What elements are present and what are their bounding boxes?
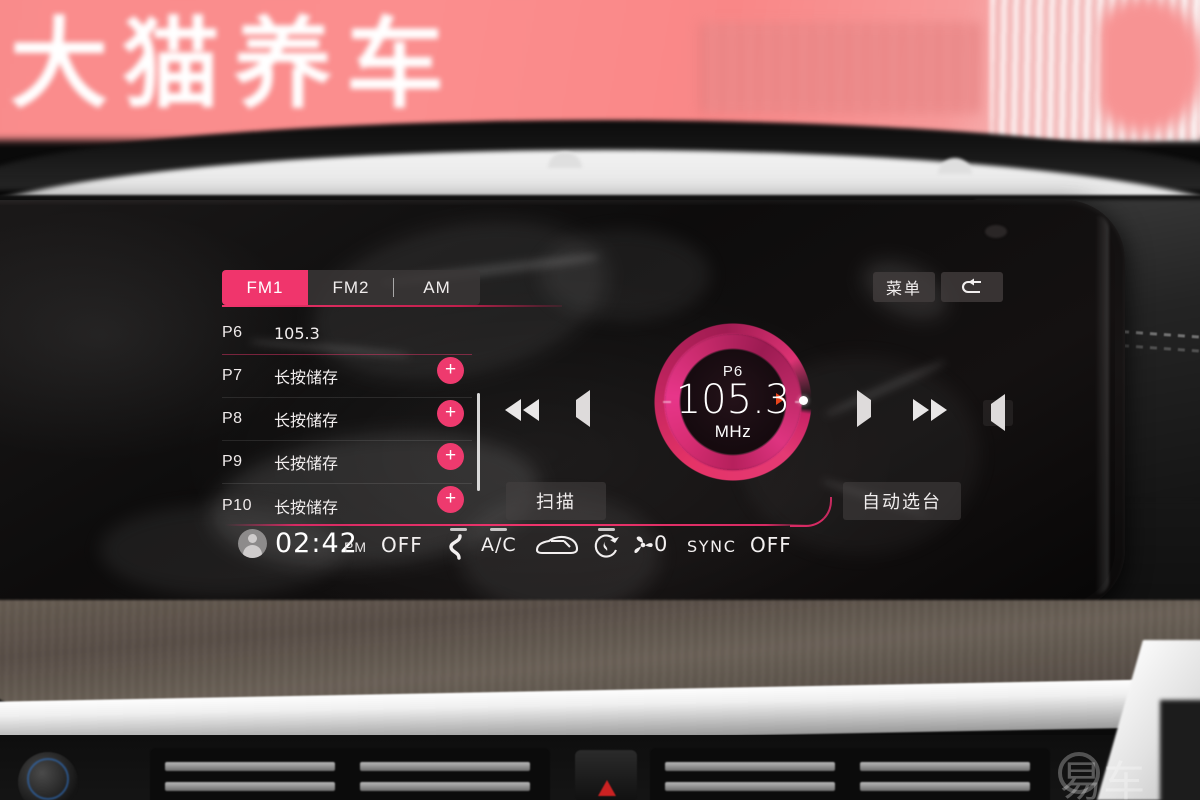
seat-airflow-button[interactable] (440, 534, 474, 565)
recirculate-indicator (598, 528, 615, 531)
preset-value: 105.3 (274, 323, 320, 343)
prev-icon (576, 390, 590, 427)
preset-value: 长按储存 (274, 368, 339, 387)
vent-slat (360, 782, 530, 791)
forward-button[interactable] (913, 399, 947, 421)
tab-fm2-label: FM2 (332, 277, 370, 297)
auto-tune-button-label: 自动选台 (862, 492, 942, 512)
tab-fm2[interactable]: FM2 (308, 270, 394, 305)
status-bar-divider (225, 524, 813, 526)
dial-frequency: 105.3 (675, 376, 791, 423)
frequency-dial[interactable]: P6 105.3 MHz (653, 322, 813, 482)
rewind-button[interactable] (505, 399, 539, 421)
rewind-icon (505, 399, 521, 421)
tab-am[interactable]: AM (393, 270, 480, 305)
dial-unit: MHz (714, 421, 752, 441)
panel-collapse-button[interactable] (983, 394, 1013, 431)
rear-defrost-button[interactable] (533, 533, 581, 564)
tab-divider (393, 278, 394, 297)
preset-list[interactable]: P6 105.3 P7 长按储存 P8 长按储存 P9 长按储存 P10 长按储… (222, 312, 472, 527)
ac-indicator (490, 528, 507, 531)
vent-slat (860, 762, 1030, 771)
forward-icon (913, 399, 929, 421)
vent-slat (165, 782, 335, 791)
seat-airflow-indicator (450, 528, 467, 531)
next-icon (857, 390, 871, 427)
control-knob-ring (27, 758, 69, 800)
vent-slat (860, 782, 1030, 791)
right-dark-panel (1160, 700, 1200, 800)
table-row[interactable]: P7 长按储存 (222, 355, 472, 398)
avatar-body (243, 545, 262, 558)
watermark: 易车 (1060, 757, 1147, 800)
ac-button[interactable]: A/C (481, 534, 517, 556)
status-bar-divider-curve (790, 497, 832, 527)
menu-button[interactable]: 菜单 (873, 272, 935, 302)
collapse-left-icon (991, 394, 1005, 431)
preset-slot: P7 (222, 367, 243, 384)
table-row[interactable]: P6 105.3 (222, 312, 472, 355)
vent-slat (665, 782, 835, 791)
band-tab-bar[interactable]: FM1 FM2 AM (222, 270, 480, 305)
back-arrow-icon (962, 278, 981, 294)
tab-am-label: AM (423, 277, 451, 297)
back-button[interactable] (941, 272, 1003, 302)
avatar[interactable] (238, 529, 267, 558)
avatar-head (248, 534, 257, 543)
driver-temp-value[interactable]: OFF (381, 533, 423, 557)
preset-value: 长按储存 (274, 454, 339, 473)
table-row[interactable]: P10 长按储存 (222, 484, 472, 527)
vent-housing-left (150, 748, 550, 800)
dial-preset-label: P6 (722, 362, 744, 380)
auto-tune-button[interactable]: 自动选台 (843, 482, 961, 520)
hazard-triangle-icon (598, 780, 616, 796)
menu-button-label: 菜单 (885, 281, 922, 298)
preset-slot: P10 (222, 496, 252, 514)
forward-icon-2 (931, 399, 947, 421)
vent-housing-right (650, 748, 1050, 800)
vent-slat (665, 762, 835, 771)
preset-add-button-p9[interactable]: + (437, 443, 464, 470)
preset-add-button-p10[interactable]: + (437, 486, 464, 513)
seat-airflow-icon (449, 534, 462, 560)
sync-button[interactable]: SYNC (687, 537, 736, 556)
preset-slot: P9 (222, 453, 243, 470)
tab-underline (222, 305, 562, 307)
passenger-temp-value[interactable]: OFF (750, 533, 792, 557)
preset-slot: P6 (222, 324, 243, 341)
prev-station-button[interactable] (576, 390, 590, 427)
next-station-button[interactable] (857, 390, 871, 427)
preset-value: 长按储存 (274, 411, 339, 430)
rear-defrost-icon (535, 535, 579, 555)
preset-list-scrollbar[interactable] (477, 393, 480, 491)
vent-slat (360, 762, 530, 771)
table-row[interactable]: P8 长按储存 (222, 398, 472, 441)
recirculate-icon (594, 534, 619, 558)
photo-scene: 大猫养车 FM1 FM2 AM 菜单 P6 105.3 P7 长按储存 P8 长… (0, 0, 1200, 800)
dial-readout: P6 105.3 MHz (653, 322, 813, 482)
preset-add-button-p7[interactable]: + (437, 357, 464, 384)
tab-fm1[interactable]: FM1 (222, 270, 308, 305)
fan-speed-value: 0 (654, 532, 668, 556)
clock-meridiem: PM (344, 539, 367, 555)
tab-fm1-label: FM1 (246, 277, 284, 297)
fan-icon (634, 536, 653, 554)
preset-slot: P8 (222, 410, 243, 427)
vent-slat (165, 762, 335, 771)
preset-value: 长按储存 (274, 497, 339, 517)
table-row[interactable]: P9 长按储存 (222, 441, 472, 484)
rewind-icon-2 (523, 399, 539, 421)
preset-add-button-p8[interactable]: + (437, 400, 464, 427)
scan-button-label: 扫描 (536, 492, 576, 512)
scan-button[interactable]: 扫描 (506, 482, 606, 520)
fan-speed-button[interactable] (632, 534, 654, 561)
recirculate-button[interactable] (593, 532, 621, 565)
